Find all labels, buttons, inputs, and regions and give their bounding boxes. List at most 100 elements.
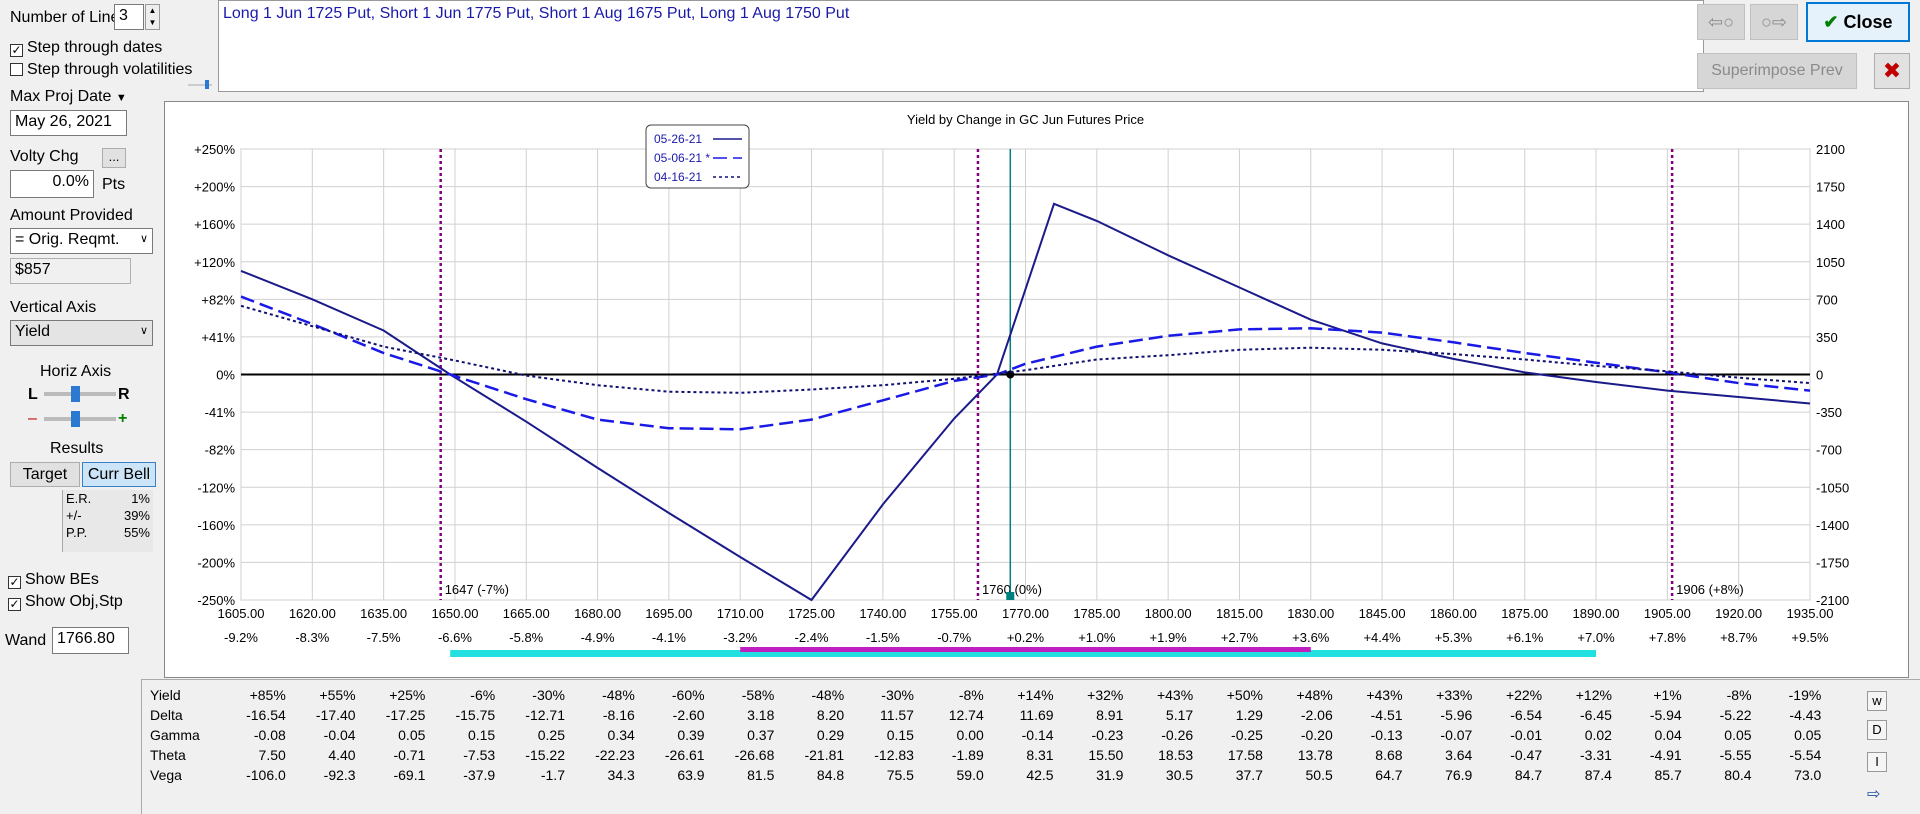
x-pct-tick-label: -7.5% (367, 630, 401, 645)
y-right-tick-label: 2100 (1816, 142, 1845, 157)
table-cell: +14% (1017, 687, 1054, 703)
table-cell: 0.29 (816, 727, 845, 743)
delete-button[interactable]: ✖ (1874, 53, 1910, 89)
curr-bell-button[interactable]: Curr Bell (82, 462, 156, 487)
vertical-axis-select[interactable]: Yield ∨ (10, 320, 153, 346)
y-right-tick-label: 700 (1816, 292, 1838, 307)
table-cell: -4.51 (1370, 707, 1403, 723)
horiz-slider-thumb[interactable] (71, 386, 80, 402)
stat-value: 39% (123, 508, 150, 523)
table-cell: -92.3 (323, 767, 356, 783)
x-tick-label: 1920.00 (1715, 606, 1762, 621)
table-cell: 0.02 (1584, 727, 1612, 743)
y-right-tick-label: 1050 (1816, 255, 1845, 270)
stat-row: +/- 39% (63, 507, 153, 524)
table-cell: 15.50 (1088, 747, 1124, 763)
chevron-down-icon[interactable]: ∨ (140, 232, 148, 245)
table-row: Delta -16.54 -17.40 -17.25 -15.75 -12.71 -8.16… (150, 705, 1821, 725)
row-label: Vega (150, 767, 182, 783)
x-tick-label: 1815.00 (1216, 606, 1263, 621)
number-of-lines-input[interactable]: 3 (114, 4, 144, 30)
table-cell: -22.23 (595, 747, 635, 763)
volty-chg-ellipsis-button[interactable]: ... (102, 148, 126, 168)
step-dates-row[interactable]: ✓ Step through dates (10, 39, 162, 57)
yield-chart[interactable]: Yield by Change in GC Jun Futures Price +… (165, 102, 1910, 679)
spin-down-icon[interactable]: ▼ (146, 17, 159, 29)
row-label: Delta (150, 707, 183, 723)
spin-up-icon[interactable]: ▲ (146, 5, 159, 17)
step-vol-row[interactable]: Step through volatilities (10, 61, 192, 79)
table-cell: 34.3 (607, 767, 635, 783)
y-left-tick-label: +160% (194, 217, 235, 232)
wand-marker[interactable] (1006, 592, 1015, 600)
zoom-slider-thumb[interactable] (71, 411, 80, 427)
table-cell: -58% (741, 687, 775, 703)
scroll-indicator[interactable] (188, 80, 212, 89)
y-left-tick-label: +120% (194, 255, 235, 270)
number-of-lines-spinner[interactable]: ▲ ▼ (145, 4, 160, 30)
row-label: Yield (150, 687, 181, 703)
i-icon[interactable]: I (1867, 752, 1887, 772)
table-cell: 8.91 (1096, 707, 1124, 723)
close-button[interactable]: ✔ Close (1806, 2, 1910, 42)
y-right-tick-label: -350 (1816, 405, 1842, 420)
table-cell: -0.25 (1231, 727, 1263, 743)
x-tick-label: 1710.00 (717, 606, 764, 621)
max-proj-date-input[interactable]: May 26, 2021 (10, 110, 127, 136)
table-cell: +1% (1653, 687, 1682, 703)
table-cell: 0.05 (1724, 727, 1752, 743)
step-dates-checkbox[interactable]: ✓ (10, 44, 23, 57)
volty-chg-input[interactable]: 0.0% (10, 170, 94, 198)
horiz-axis-label: Horiz Axis (40, 363, 112, 380)
x-pct-tick-label: -8.3% (295, 630, 329, 645)
breakeven-label: 1906 (+8%) (1676, 582, 1744, 597)
table-cell: -12.83 (874, 747, 914, 763)
show-bes-row[interactable]: ✓ Show BEs (8, 571, 99, 589)
table-cell: -21.81 (804, 747, 845, 763)
table-cell: -0.20 (1300, 727, 1333, 743)
table-cell: -16.54 (246, 707, 286, 723)
show-obj-checkbox[interactable]: ✓ (8, 598, 21, 611)
y-right-tick-label: -1750 (1816, 555, 1849, 570)
table-cell: 0.37 (747, 727, 775, 743)
zoom-slider-track[interactable] (44, 417, 116, 421)
table-cell: -0.23 (1091, 727, 1124, 743)
forward-button[interactable]: ○⇨ (1750, 4, 1798, 40)
d-icon[interactable]: D (1867, 720, 1887, 740)
table-cell: +22% (1505, 687, 1543, 703)
table-cell: 11.57 (879, 707, 914, 723)
show-bes-checkbox[interactable]: ✓ (8, 576, 21, 589)
table-cell: +33% (1436, 687, 1473, 703)
table-cell: -7.53 (463, 747, 496, 763)
chevron-down-icon[interactable]: ∨ (140, 324, 148, 337)
amount-provided-select[interactable]: = Orig. Reqmt. ∨ (10, 228, 153, 254)
table-cell: -1.89 (951, 747, 984, 763)
x-tick-label: 1650.00 (431, 606, 478, 621)
wand-input[interactable]: 1766.80 (52, 627, 129, 654)
step-vol-checkbox[interactable] (10, 63, 23, 76)
horiz-slider-track[interactable] (44, 392, 116, 396)
table-cell: 0.00 (956, 727, 984, 743)
slider-right-label: R (118, 386, 130, 403)
strategy-description-box[interactable]: Long 1 Jun 1725 Put, Short 1 Jun 1775 Pu… (218, 0, 1704, 92)
x-pct-tick-label: -4.9% (581, 630, 615, 645)
w-icon[interactable]: w (1867, 691, 1887, 711)
stats-panel: E.R. 1% +/- 39% P.P. 55% (62, 490, 153, 552)
table-cell: 50.5 (1305, 767, 1333, 783)
max-proj-date-text: Max Proj Date (10, 88, 112, 105)
y-left-tick-label: -200% (197, 555, 235, 570)
export-icon[interactable]: ⇨ (1867, 784, 1880, 804)
table-row: Yield +85% +55% +25% -6% -30% -48% -60% -58% -48%… (150, 685, 1821, 705)
table-cell: -5.54 (1789, 747, 1822, 763)
superimpose-prev-button[interactable]: Superimpose Prev (1697, 53, 1857, 89)
table-cell: -8.16 (602, 707, 635, 723)
table-cell: -19% (1788, 687, 1822, 703)
x-pct-tick-label: +1.9% (1150, 630, 1188, 645)
dropdown-arrow-icon[interactable]: ▼ (116, 92, 127, 104)
back-button[interactable]: ⇦○ (1697, 4, 1745, 40)
show-obj-row[interactable]: ✓ Show Obj,Stp (8, 593, 123, 611)
y-right-tick-label: 0 (1816, 368, 1823, 383)
target-button[interactable]: Target (10, 462, 80, 487)
table-cell: -0.04 (323, 727, 356, 743)
max-proj-date-label[interactable]: Max Proj Date ▼ (10, 88, 127, 106)
